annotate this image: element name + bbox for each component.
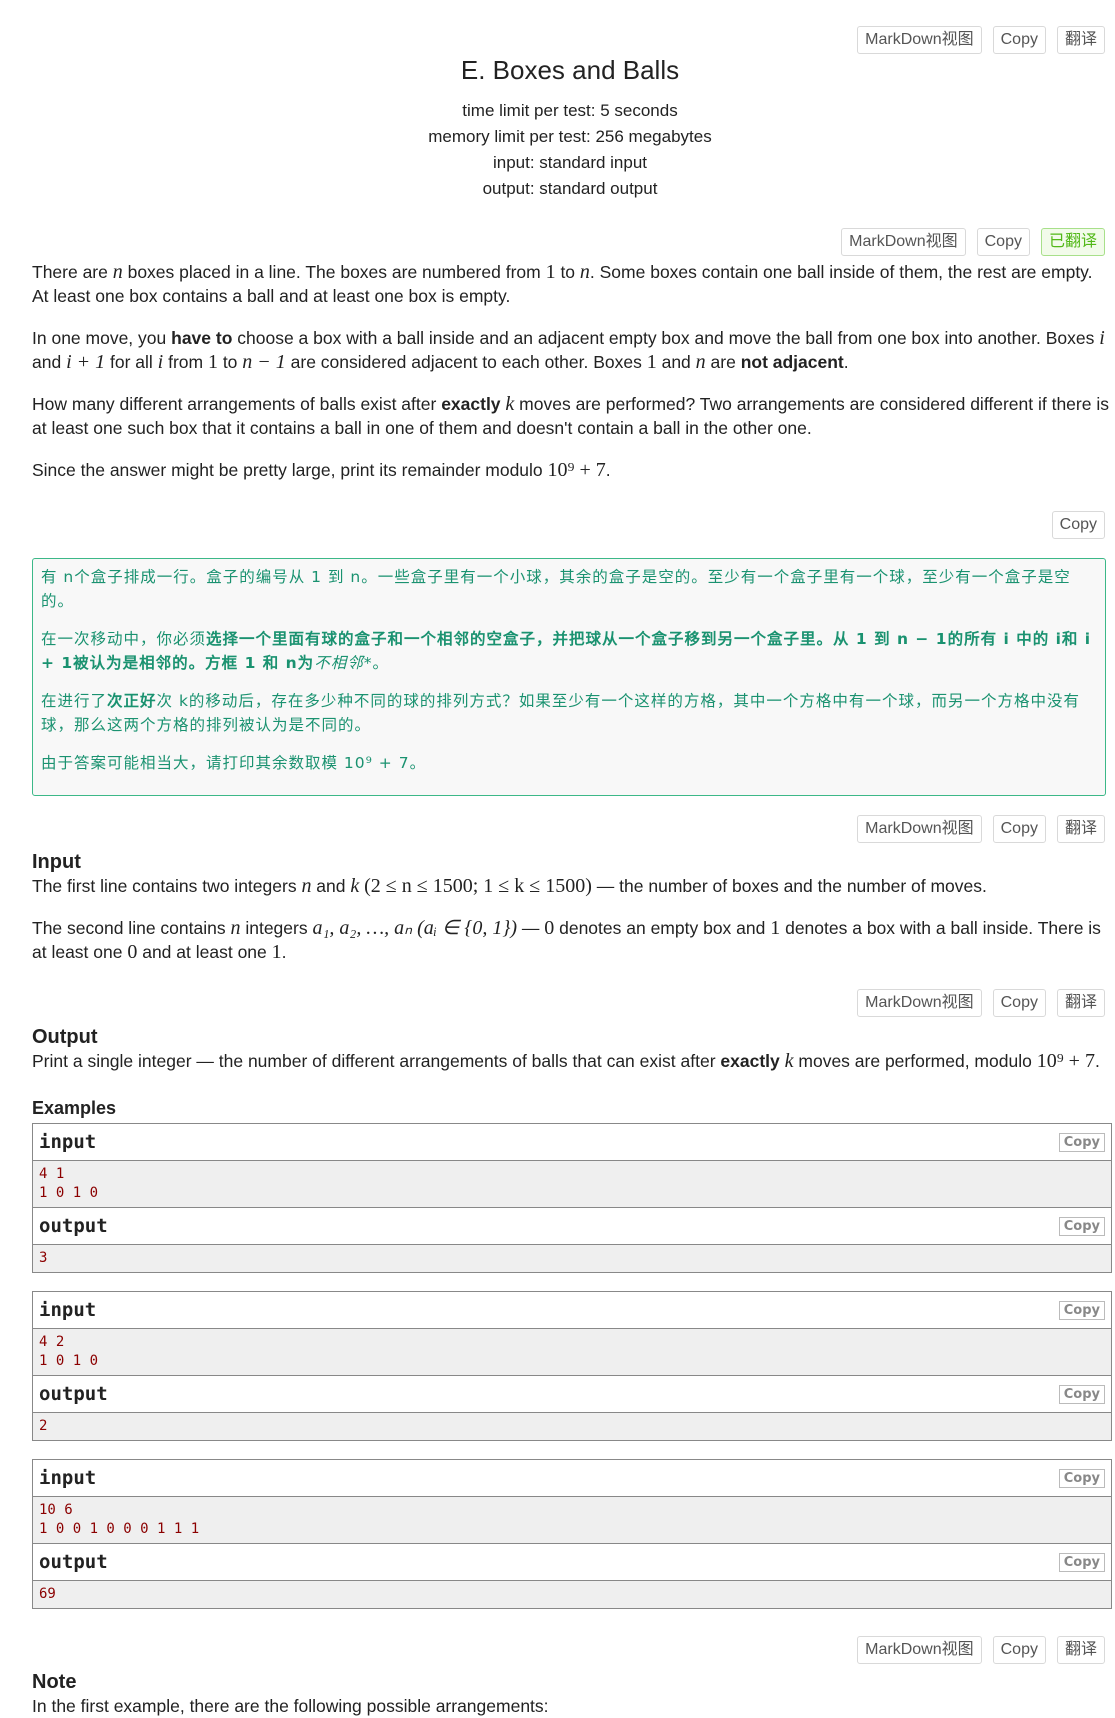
problem-statement: There are n boxes placed in a line. The …: [32, 260, 1110, 500]
example-output-content: 2: [33, 1413, 1111, 1440]
translation-paragraph: 有 n个盒子排成一行。盒子的编号从 1 到 n。一些盒子里有一个小球，其余的盒子…: [41, 568, 1071, 610]
example-output-label: output: [39, 1215, 108, 1237]
translation-toolbar: Copy: [1051, 511, 1105, 539]
markdown-view-button[interactable]: MarkDown视图: [857, 815, 982, 843]
example-output-header: output Copy: [33, 1544, 1111, 1581]
example-block: input Copy 4 2 1 0 1 0 output Copy 2: [32, 1291, 1112, 1441]
output-section: Output Print a single integer — the numb…: [32, 1025, 1110, 1091]
statement-paragraph: There are n boxes placed in a line. The …: [32, 261, 1093, 306]
example-input-label: input: [39, 1131, 97, 1153]
translate-button[interactable]: 翻译: [1056, 815, 1105, 843]
example-input-header: input Copy: [33, 1292, 1111, 1329]
example-output-label: output: [39, 1383, 108, 1405]
copy-input-button[interactable]: Copy: [1058, 1132, 1105, 1152]
translation-paragraph: 在进行了次正好次 k的移动后，存在多少种不同的球的排列方式？如果至少有一个这样的…: [41, 692, 1080, 734]
output-spec: output: standard output: [482, 179, 658, 198]
input-paragraph: The second line contains n integers a₁, …: [32, 917, 1101, 963]
header-toolbar: MarkDown视图 Copy 翻译: [857, 26, 1105, 54]
example-input-label: input: [39, 1467, 97, 1489]
statement-paragraph: How many different arrangements of balls…: [32, 393, 1109, 438]
examples-section: Examples input Copy 4 1 1 0 1 0 output Copy 3…: [32, 1098, 1112, 1627]
note-title: Note: [32, 1671, 77, 1693]
translate-button[interactable]: 翻译: [1056, 989, 1105, 1017]
input-title: Input: [32, 851, 81, 873]
translated-button[interactable]: 已翻译: [1040, 228, 1105, 256]
copy-button[interactable]: Copy: [1051, 511, 1105, 539]
time-limit: time limit per test: 5 seconds: [462, 101, 678, 120]
examples-title: Examples: [32, 1098, 117, 1118]
output-paragraph: Print a single integer — the number of d…: [32, 1050, 1100, 1072]
example-input-label: input: [39, 1299, 97, 1321]
example-input-content: 10 6 1 0 0 1 0 0 0 1 1 1: [33, 1497, 1111, 1544]
memory-limit: memory limit per test: 256 megabytes: [428, 127, 712, 146]
problem-header: E. Boxes and Balls time limit per test: …: [0, 55, 1115, 202]
example-input-header: input Copy: [33, 1124, 1111, 1161]
input-section: Input The first line contains two intege…: [32, 850, 1110, 982]
markdown-view-button[interactable]: MarkDown视图: [841, 228, 966, 256]
copy-input-button[interactable]: Copy: [1058, 1468, 1105, 1488]
translate-button[interactable]: 翻译: [1056, 26, 1105, 54]
input-toolbar: MarkDown视图 Copy 翻译: [857, 815, 1105, 843]
markdown-view-button[interactable]: MarkDown视图: [857, 26, 982, 54]
copy-button[interactable]: Copy: [976, 228, 1030, 256]
note-text: In the first example, there are the foll…: [32, 1696, 549, 1716]
note-section: Note In the first example, there are the…: [32, 1670, 1110, 1718]
copy-button[interactable]: Copy: [992, 26, 1046, 54]
copy-button[interactable]: Copy: [992, 989, 1046, 1017]
copy-output-button[interactable]: Copy: [1058, 1552, 1105, 1572]
markdown-view-button[interactable]: MarkDown视图: [857, 989, 982, 1017]
example-output-content: 3: [33, 1245, 1111, 1272]
markdown-view-button[interactable]: MarkDown视图: [857, 1636, 982, 1664]
example-block: input Copy 4 1 1 0 1 0 output Copy 3: [32, 1123, 1112, 1273]
output-toolbar: MarkDown视图 Copy 翻译: [857, 989, 1105, 1017]
output-title: Output: [32, 1026, 98, 1048]
input-paragraph: The first line contains two integers n a…: [32, 875, 987, 897]
example-output-label: output: [39, 1551, 108, 1573]
translation-paragraph: 由于答案可能相当大，请打印其余数取模 10⁹ + 7。: [41, 754, 427, 772]
copy-output-button[interactable]: Copy: [1058, 1384, 1105, 1404]
example-output-header: output Copy: [33, 1376, 1111, 1413]
example-input-header: input Copy: [33, 1460, 1111, 1497]
example-output-header: output Copy: [33, 1208, 1111, 1245]
copy-button[interactable]: Copy: [992, 1636, 1046, 1664]
statement-paragraph: Since the answer might be pretty large, …: [32, 459, 611, 481]
note-toolbar: MarkDown视图 Copy 翻译: [857, 1636, 1105, 1664]
example-input-content: 4 2 1 0 1 0: [33, 1329, 1111, 1376]
statement-toolbar: MarkDown视图 Copy 已翻译: [841, 228, 1105, 256]
example-output-content: 69: [33, 1581, 1111, 1608]
example-block: input Copy 10 6 1 0 0 1 0 0 0 1 1 1 output C…: [32, 1459, 1112, 1609]
copy-input-button[interactable]: Copy: [1058, 1300, 1105, 1320]
statement-paragraph: In one move, you have to choose a box wi…: [32, 327, 1105, 373]
example-input-content: 4 1 1 0 1 0: [33, 1161, 1111, 1208]
input-spec: input: standard input: [492, 153, 648, 172]
problem-title: E. Boxes and Balls: [460, 55, 680, 85]
translation-box: 有 n个盒子排成一行。盒子的编号从 1 到 n。一些盒子里有一个小球，其余的盒子…: [32, 558, 1106, 796]
copy-output-button[interactable]: Copy: [1058, 1216, 1105, 1236]
copy-button[interactable]: Copy: [992, 815, 1046, 843]
translation-paragraph: 在一次移动中，你必须选择一个里面有球的盒子和一个相邻的空盒子，并把球从一个盒子移…: [41, 630, 1092, 672]
translate-button[interactable]: 翻译: [1056, 1636, 1105, 1664]
